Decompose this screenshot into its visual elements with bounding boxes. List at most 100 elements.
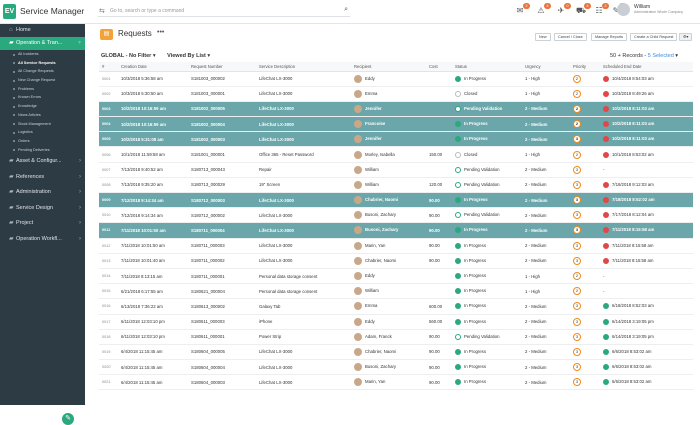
- recipient-name[interactable]: Marin, Yan: [365, 243, 385, 248]
- column-header[interactable]: Request Number: [188, 62, 256, 72]
- table-row[interactable]: 0019 6/4/2018 11:15:45 am S180604_000005 Li…: [99, 344, 693, 361]
- recipient-name[interactable]: Jennifer: [365, 136, 382, 141]
- edit-fab-button[interactable]: ✎: [62, 413, 74, 425]
- recipient-name[interactable]: William: [365, 167, 379, 172]
- table-row[interactable]: 0005 10/2/2018 5:31:08 am S181002_000003 Li…: [99, 131, 693, 148]
- recipient-name[interactable]: Morley, Isabella: [365, 152, 395, 157]
- recipient-name[interactable]: Francoise: [365, 121, 385, 126]
- request-number[interactable]: S180604_000003: [188, 374, 256, 391]
- view-dropdown[interactable]: Viewed By List: [167, 53, 206, 59]
- sidebar-subitem[interactable]: Stock Management: [0, 120, 85, 129]
- table-row[interactable]: 0020 6/4/2018 11:15:45 am S180604_000004 Li…: [99, 359, 693, 376]
- request-number[interactable]: S181003_000001: [188, 86, 256, 102]
- recipient-name[interactable]: William: [365, 288, 379, 293]
- more-options-icon[interactable]: •••: [157, 29, 164, 36]
- avatar[interactable]: [617, 3, 630, 16]
- table-row[interactable]: 0018 6/11/2018 12:03:10 pm S180611_000001 P…: [99, 329, 693, 345]
- table-row[interactable]: 0008 7/13/2018 9:35:20 am S180713_000029 19…: [99, 177, 693, 194]
- recipient-name[interactable]: Chabrier, Naomi: [365, 349, 396, 354]
- request-number[interactable]: S181002_000004: [188, 116, 256, 133]
- column-header[interactable]: Recipient: [351, 62, 426, 72]
- request-number[interactable]: S180713_000043: [188, 162, 256, 178]
- sidebar-subitem[interactable]: All Change Requests: [0, 67, 85, 76]
- request-number[interactable]: S181001_000001: [188, 146, 256, 163]
- recipient-name[interactable]: Adam, Franck: [365, 334, 392, 339]
- column-header[interactable]: Service Description: [256, 62, 351, 72]
- cancel-close-button[interactable]: Cancel / Close: [554, 33, 587, 41]
- request-number[interactable]: S180712_000003: [188, 192, 256, 209]
- column-header[interactable]: Status: [452, 62, 522, 72]
- recipient-name[interactable]: Jennifer: [365, 106, 382, 111]
- sidebar-subitem[interactable]: Logistics: [0, 128, 85, 137]
- table-row[interactable]: 0011 7/11/2018 10:01:50 am S180711_000004 L…: [99, 222, 693, 239]
- group-icon[interactable]: ☷ 2: [594, 3, 609, 16]
- create-child-request-button[interactable]: Create a Child Request: [630, 33, 678, 41]
- recipient-name[interactable]: Chabrier, Naomi: [365, 258, 396, 263]
- table-row[interactable]: 0004 10/2/2018 10:16:59 am S181002_000004 L…: [99, 116, 693, 133]
- new-button[interactable]: New: [535, 33, 551, 41]
- recipient-name[interactable]: Eddy: [365, 273, 375, 278]
- column-header[interactable]: Creation Date: [118, 62, 188, 72]
- request-number[interactable]: S180711_000002: [188, 253, 256, 269]
- sidebar-item-project[interactable]: ▰ Project ›: [0, 216, 85, 232]
- table-row[interactable]: 0007 7/13/2018 9:40:52 am S180713_000043 Re…: [99, 162, 693, 178]
- search-scope-icon[interactable]: ⇆: [99, 7, 105, 15]
- table-row[interactable]: 0001 10/3/2018 5:36:58 am S181003_000002 Li…: [99, 71, 693, 87]
- column-header[interactable]: Scheduled End Date: [600, 62, 693, 72]
- request-number[interactable]: S181003_000002: [188, 71, 256, 87]
- table-row[interactable]: 0014 7/11/2018 8:13:15 am S180711_000001 Pe…: [99, 268, 693, 285]
- recipient-name[interactable]: Eddy: [365, 76, 375, 81]
- request-number[interactable]: S180621_000004: [188, 283, 256, 300]
- sidebar-subitem[interactable]: All Incidents: [0, 50, 85, 59]
- request-number[interactable]: S180613_000002: [188, 298, 256, 315]
- sidebar-subitem[interactable]: Orders: [0, 137, 85, 146]
- table-row[interactable]: 0016 6/13/2018 7:36:22 am S180613_000002 Ga…: [99, 298, 693, 315]
- recipient-name[interactable]: Emma: [365, 304, 377, 309]
- column-header[interactable]: Priority: [570, 62, 600, 72]
- recipient-name[interactable]: Chabrier, Naomi: [365, 197, 398, 202]
- table-row[interactable]: 0021 6/4/2018 11:15:45 am S180604_000003 Li…: [99, 374, 693, 391]
- chat-icon[interactable]: ✉ 2: [515, 3, 530, 16]
- table-row[interactable]: 0009 7/12/2018 9:14:34 am S180712_000003 Li…: [99, 192, 693, 209]
- table-row[interactable]: 0017 6/11/2018 12:03:10 pm S180611_000003 i…: [99, 314, 693, 330]
- manage-reports-button[interactable]: Manage Reports: [591, 33, 628, 41]
- request-number[interactable]: S180711_000003: [188, 238, 256, 254]
- column-header[interactable]: Urgency: [522, 62, 570, 72]
- sidebar-subitem[interactable]: News Articles: [0, 111, 85, 120]
- table-row[interactable]: 0003 10/2/2018 10:16:59 am S181002_000005 L…: [99, 101, 693, 118]
- column-header[interactable]: Cost: [426, 62, 452, 72]
- request-number[interactable]: S180711_000001: [188, 268, 256, 285]
- table-row[interactable]: 0013 7/11/2018 10:01:40 am S180711_000002 L…: [99, 253, 693, 269]
- sidebar-item-service-design[interactable]: ▰ Service Design ›: [0, 201, 85, 217]
- cart-icon[interactable]: ⛟ 4: [576, 3, 591, 16]
- recipient-name[interactable]: Marin, Yan: [365, 379, 385, 384]
- sidebar-subitem[interactable]: Problems: [0, 85, 85, 94]
- recipient-name[interactable]: Busoni, Zachary: [365, 228, 398, 233]
- recipient-name[interactable]: Emma: [365, 91, 377, 96]
- sidebar-subitem[interactable]: Pending Deliveries: [0, 146, 85, 155]
- app-logo[interactable]: EV: [3, 4, 16, 19]
- table-row[interactable]: 0006 10/1/2018 11:59:58 am S181001_000001 O…: [99, 146, 693, 163]
- search-bar[interactable]: ⇆ Go to, search or type a command ⌕: [98, 6, 350, 17]
- request-number[interactable]: S181002_000003: [188, 131, 256, 148]
- recipient-name[interactable]: Busoni, Zachary: [365, 364, 396, 369]
- sidebar-item-references[interactable]: ▰ References ›: [0, 170, 85, 186]
- recipient-name[interactable]: William: [365, 182, 379, 187]
- table-row[interactable]: 0012 7/11/2018 10:01:50 am S180711_000003 L…: [99, 238, 693, 254]
- request-number[interactable]: S180611_000003: [188, 314, 256, 330]
- sidebar-subitem[interactable]: Knowledge: [0, 102, 85, 111]
- request-number[interactable]: S180611_000001: [188, 329, 256, 345]
- request-number[interactable]: S181002_000005: [188, 101, 256, 118]
- search-input[interactable]: Go to, search or type a command: [110, 8, 184, 14]
- request-number[interactable]: S180712_000002: [188, 207, 256, 224]
- sidebar-item-administration[interactable]: ▰ Administration ›: [0, 185, 85, 201]
- sidebar-item-operation-workfl[interactable]: ▰ Operation Workfl... ›: [0, 232, 85, 248]
- request-number[interactable]: S180604_000005: [188, 344, 256, 361]
- rocket-icon[interactable]: ✈ 0: [556, 3, 571, 16]
- sidebar-subitem[interactable]: All Service Requests: [0, 59, 85, 68]
- request-number[interactable]: S180711_000004: [188, 222, 256, 239]
- table-row[interactable]: 0015 6/21/2018 6:17:55 am S180621_000004 Pe…: [99, 283, 693, 300]
- table-row[interactable]: 0002 10/3/2018 5:30:50 am S181003_000001 Li…: [99, 86, 693, 102]
- request-number[interactable]: S180604_000004: [188, 359, 256, 376]
- column-header[interactable]: #: [99, 62, 118, 72]
